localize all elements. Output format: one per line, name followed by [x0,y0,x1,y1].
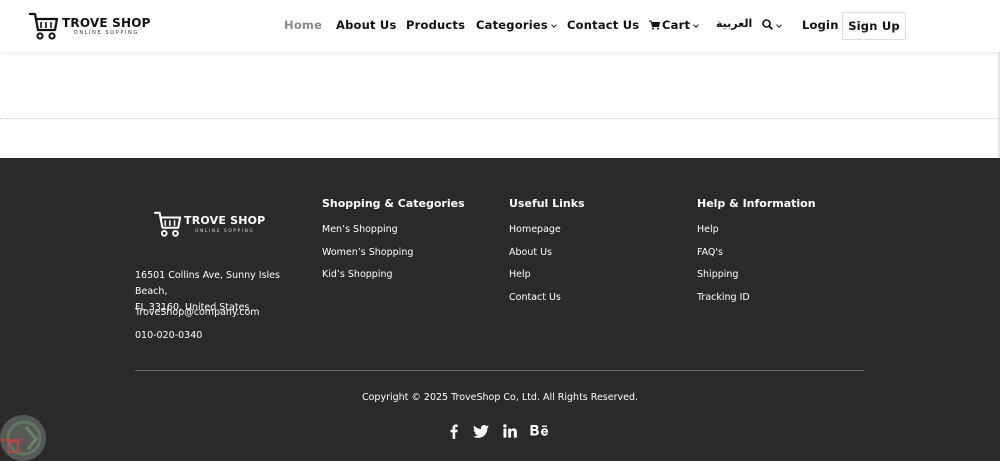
twitter-icon[interactable] [473,422,489,440]
nav-products[interactable]: Products [406,18,465,32]
nav-language-arabic[interactable]: العربية [716,17,752,30]
header-brand: TROVE SHOP ONLINE SOPPING [62,17,151,36]
footer-link-faqs[interactable]: FAQ's [697,247,723,258]
footer-email[interactable]: TroveShop@company.com [135,307,260,318]
footer-column-help-information: Help & Information Help FAQ's Shipping T… [697,197,816,314]
chevron-down-icon [776,22,782,28]
footer-link-tracking-id[interactable]: Tracking ID [697,292,750,303]
shopping-cart-icon [29,12,59,40]
shopping-cart-icon [154,211,182,237]
cart-icon [649,20,661,30]
footer-phone[interactable]: 010-020-0340 [135,330,202,341]
footer-link-contact-us[interactable]: Contact Us [509,292,561,303]
behance-icon[interactable] [530,422,550,440]
footer-logo[interactable]: TROVE SHOP ONLINE SOPPING [154,210,265,238]
brand-name: TROVE SHOP [62,15,151,30]
column-title: Useful Links [509,197,585,210]
footer-link-mens-shopping[interactable]: Men’s Shopping [322,224,398,235]
chevron-down-icon [551,22,557,28]
linkedin-icon[interactable] [503,422,517,440]
nav-login[interactable]: Login [802,18,839,32]
footer-link-womens-shopping[interactable]: Women’s Shopping [322,247,413,258]
nav-home[interactable]: Home [284,18,322,32]
nav-search[interactable] [762,18,782,32]
nav-contact-us[interactable]: Contact Us [567,18,639,32]
copyright: Copyright © 2025 TroveShop Co, Ltd. All … [361,392,639,403]
brand-name: TROVE SHOP [184,214,266,227]
signup-button[interactable]: Sign Up [842,12,906,40]
column-title: Help & Information [697,197,816,210]
address-line-1: 16501 Collins Ave, Sunny Isles Beach, [135,270,280,297]
brand-tagline: ONLINE SOPPING [195,229,255,234]
footer-brand: TROVE SHOP ONLINE SOPPING [184,214,265,234]
brand-tagline: ONLINE SOPPING [73,29,139,36]
nav-cart[interactable]: Cart [649,18,700,32]
nav-categories-label: Categories [476,18,548,32]
column-title: Shopping & Categories [322,197,465,210]
nav-categories[interactable]: Categories [476,18,557,32]
recaptcha-badge[interactable] [0,415,46,461]
chevron-down-icon [693,22,700,28]
section-divider [0,118,1000,119]
nav-about-us[interactable]: About Us [336,18,397,32]
footer-link-help[interactable]: Help [509,269,531,280]
footer-divider [135,370,864,371]
facebook-icon[interactable] [450,422,458,440]
site-header: TROVE SHOP ONLINE SOPPING Home About Us … [0,0,1000,52]
footer-column-shopping: Shopping & Categories Men’s Shopping Wom… [322,197,465,292]
footer-link-shipping[interactable]: Shipping [697,269,738,280]
search-icon [762,19,773,30]
header-logo[interactable]: TROVE SHOP ONLINE SOPPING [29,10,151,42]
site-footer: TROVE SHOP ONLINE SOPPING 16501 Collins … [0,158,1000,461]
footer-link-homepage[interactable]: Homepage [509,224,561,235]
recaptcha-icon [0,420,42,456]
footer-link-kids-shopping[interactable]: Kid’s Shopping [322,269,393,280]
footer-link-about-us[interactable]: About Us [509,247,552,258]
footer-link-help[interactable]: Help [697,224,719,235]
footer-column-useful-links: Useful Links Homepage About Us Help Cont… [509,197,585,314]
nav-cart-label: Cart [662,18,691,32]
